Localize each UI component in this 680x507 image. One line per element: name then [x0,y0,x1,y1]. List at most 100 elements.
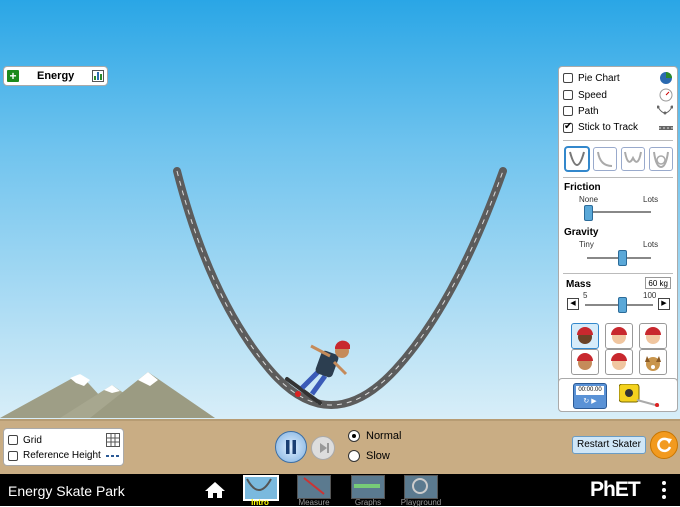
energy-panel[interactable]: + Energy [3,66,108,86]
track-ramp-button[interactable] [593,147,617,171]
intro-screen-icon [246,478,272,491]
reset-icon [657,437,672,453]
speed-normal-radio[interactable] [348,430,360,442]
grid-icon [106,433,120,447]
app-title: Energy Skate Park [8,483,125,499]
measure-screen-icon [303,477,325,495]
gravity-label: Gravity [564,227,599,238]
pie-chart-checkbox[interactable] [563,73,573,83]
speed-slow-radio[interactable] [348,450,360,462]
stopwatch-display: 00:00.00 [576,386,604,395]
step-forward-icon [320,443,329,453]
pie-chart-label: Pie Chart [578,72,620,84]
track-icon [659,125,673,130]
speed-normal-option[interactable]: Normal [348,430,401,442]
divider [563,177,673,178]
track-loop-button[interactable] [649,147,673,171]
tab-graphs[interactable]: Graphs [351,475,385,507]
stick-to-track-option[interactable]: Stick to Track [563,121,673,133]
friction-max-label: Lots [643,195,659,204]
divider [563,273,673,274]
view-options-panel: Grid Reference Height [3,428,124,466]
pie-chart-icon [660,72,672,84]
pause-icon [286,440,296,454]
home-icon[interactable] [204,481,226,499]
double-well-track-icon [624,151,642,163]
grid-checkbox[interactable] [8,435,18,445]
grid-label: Grid [23,434,42,446]
divider [563,140,673,141]
skater-choice-dog[interactable] [639,349,667,375]
skater-choice-4[interactable] [571,349,599,375]
friction-slider-thumb[interactable] [584,205,593,221]
loop-track-icon [653,151,669,169]
friction-label: Friction [564,182,601,193]
parabola-track-icon [569,151,585,166]
path-checkbox[interactable] [563,106,573,116]
skater-choice-5[interactable] [605,349,633,375]
energy-panel-title: Energy [37,70,75,82]
path-option[interactable]: Path [563,105,673,117]
tab-measure[interactable]: Measure [297,475,331,507]
tab-playground[interactable]: Playground [401,475,441,507]
mass-label: Mass [566,279,592,290]
track-double-well-button[interactable] [621,147,645,171]
stick-to-track-label: Stick to Track [578,122,639,133]
mass-value-display: 60 kg [645,277,671,289]
friction-slider-track[interactable] [587,211,651,213]
dog-avatar-icon [645,356,661,371]
skater-avatar-icon [577,353,593,370]
skater-avatar-icon [577,327,593,344]
path-label: Path [578,105,599,117]
speed-label: Speed [578,89,607,101]
speed-slow-option[interactable]: Slow [348,450,390,462]
skater-avatar-icon [645,327,661,344]
graphs-thumbnail [351,475,385,499]
skater-avatar-icon [611,353,627,370]
speed-option[interactable]: Speed [563,88,673,102]
tools-panel: 00:00.00 ↻ ▶ [558,378,678,412]
bar-chart-icon [92,70,104,82]
step-forward-button[interactable] [311,436,335,460]
skater-choice-2[interactable] [605,323,633,349]
skater-character[interactable] [285,340,350,405]
mass-min-label: 5 [583,291,588,300]
stick-to-track-checkbox[interactable] [563,121,573,133]
expand-plus-icon[interactable]: + [7,70,19,82]
mass-slider-thumb[interactable] [618,297,627,313]
grid-option[interactable]: Grid [8,433,120,447]
reference-height-label: Reference Height [23,450,101,461]
speed-slow-label: Slow [366,450,390,462]
reference-height-option[interactable]: Reference Height [8,450,120,461]
skater-avatar-icon [611,327,627,344]
skater-choice-3[interactable] [639,323,667,349]
pie-chart-option[interactable]: Pie Chart [563,71,673,85]
mass-increase-button[interactable]: ▶ [658,298,670,310]
menu-dots-icon[interactable] [662,481,666,502]
restart-skater-button[interactable]: Restart Skater [572,436,646,454]
speed-normal-label: Normal [366,430,402,442]
skater-choice-1[interactable] [571,323,599,349]
tab-intro[interactable]: Intro [243,475,279,507]
mass-decrease-button[interactable]: ◀ [567,298,579,310]
reference-height-checkbox[interactable] [8,450,18,461]
stopwatch-controls-icon: ↻ ▶ [583,398,597,405]
speed-checkbox[interactable] [563,90,573,100]
track-parabola-button[interactable] [565,147,589,171]
path-icon [657,105,673,115]
gravity-max-label: Lots [643,240,659,249]
gravity-min-label: Tiny [579,240,594,249]
measure-thumbnail [297,475,331,499]
pause-button[interactable] [275,431,307,463]
playground-thumbnail [404,475,438,499]
measuring-tape-icon[interactable] [619,384,663,408]
mass-max-label: 100 [643,291,657,300]
speedometer-icon [659,88,673,102]
phet-logo[interactable]: PhET [590,478,641,502]
playground-screen-icon [412,478,428,494]
reset-all-button[interactable] [650,431,678,459]
ramp-track-icon [597,151,613,167]
stopwatch-tool[interactable]: 00:00.00 ↻ ▶ [573,383,607,409]
gravity-slider-thumb[interactable] [618,250,627,266]
mountains [0,372,215,418]
